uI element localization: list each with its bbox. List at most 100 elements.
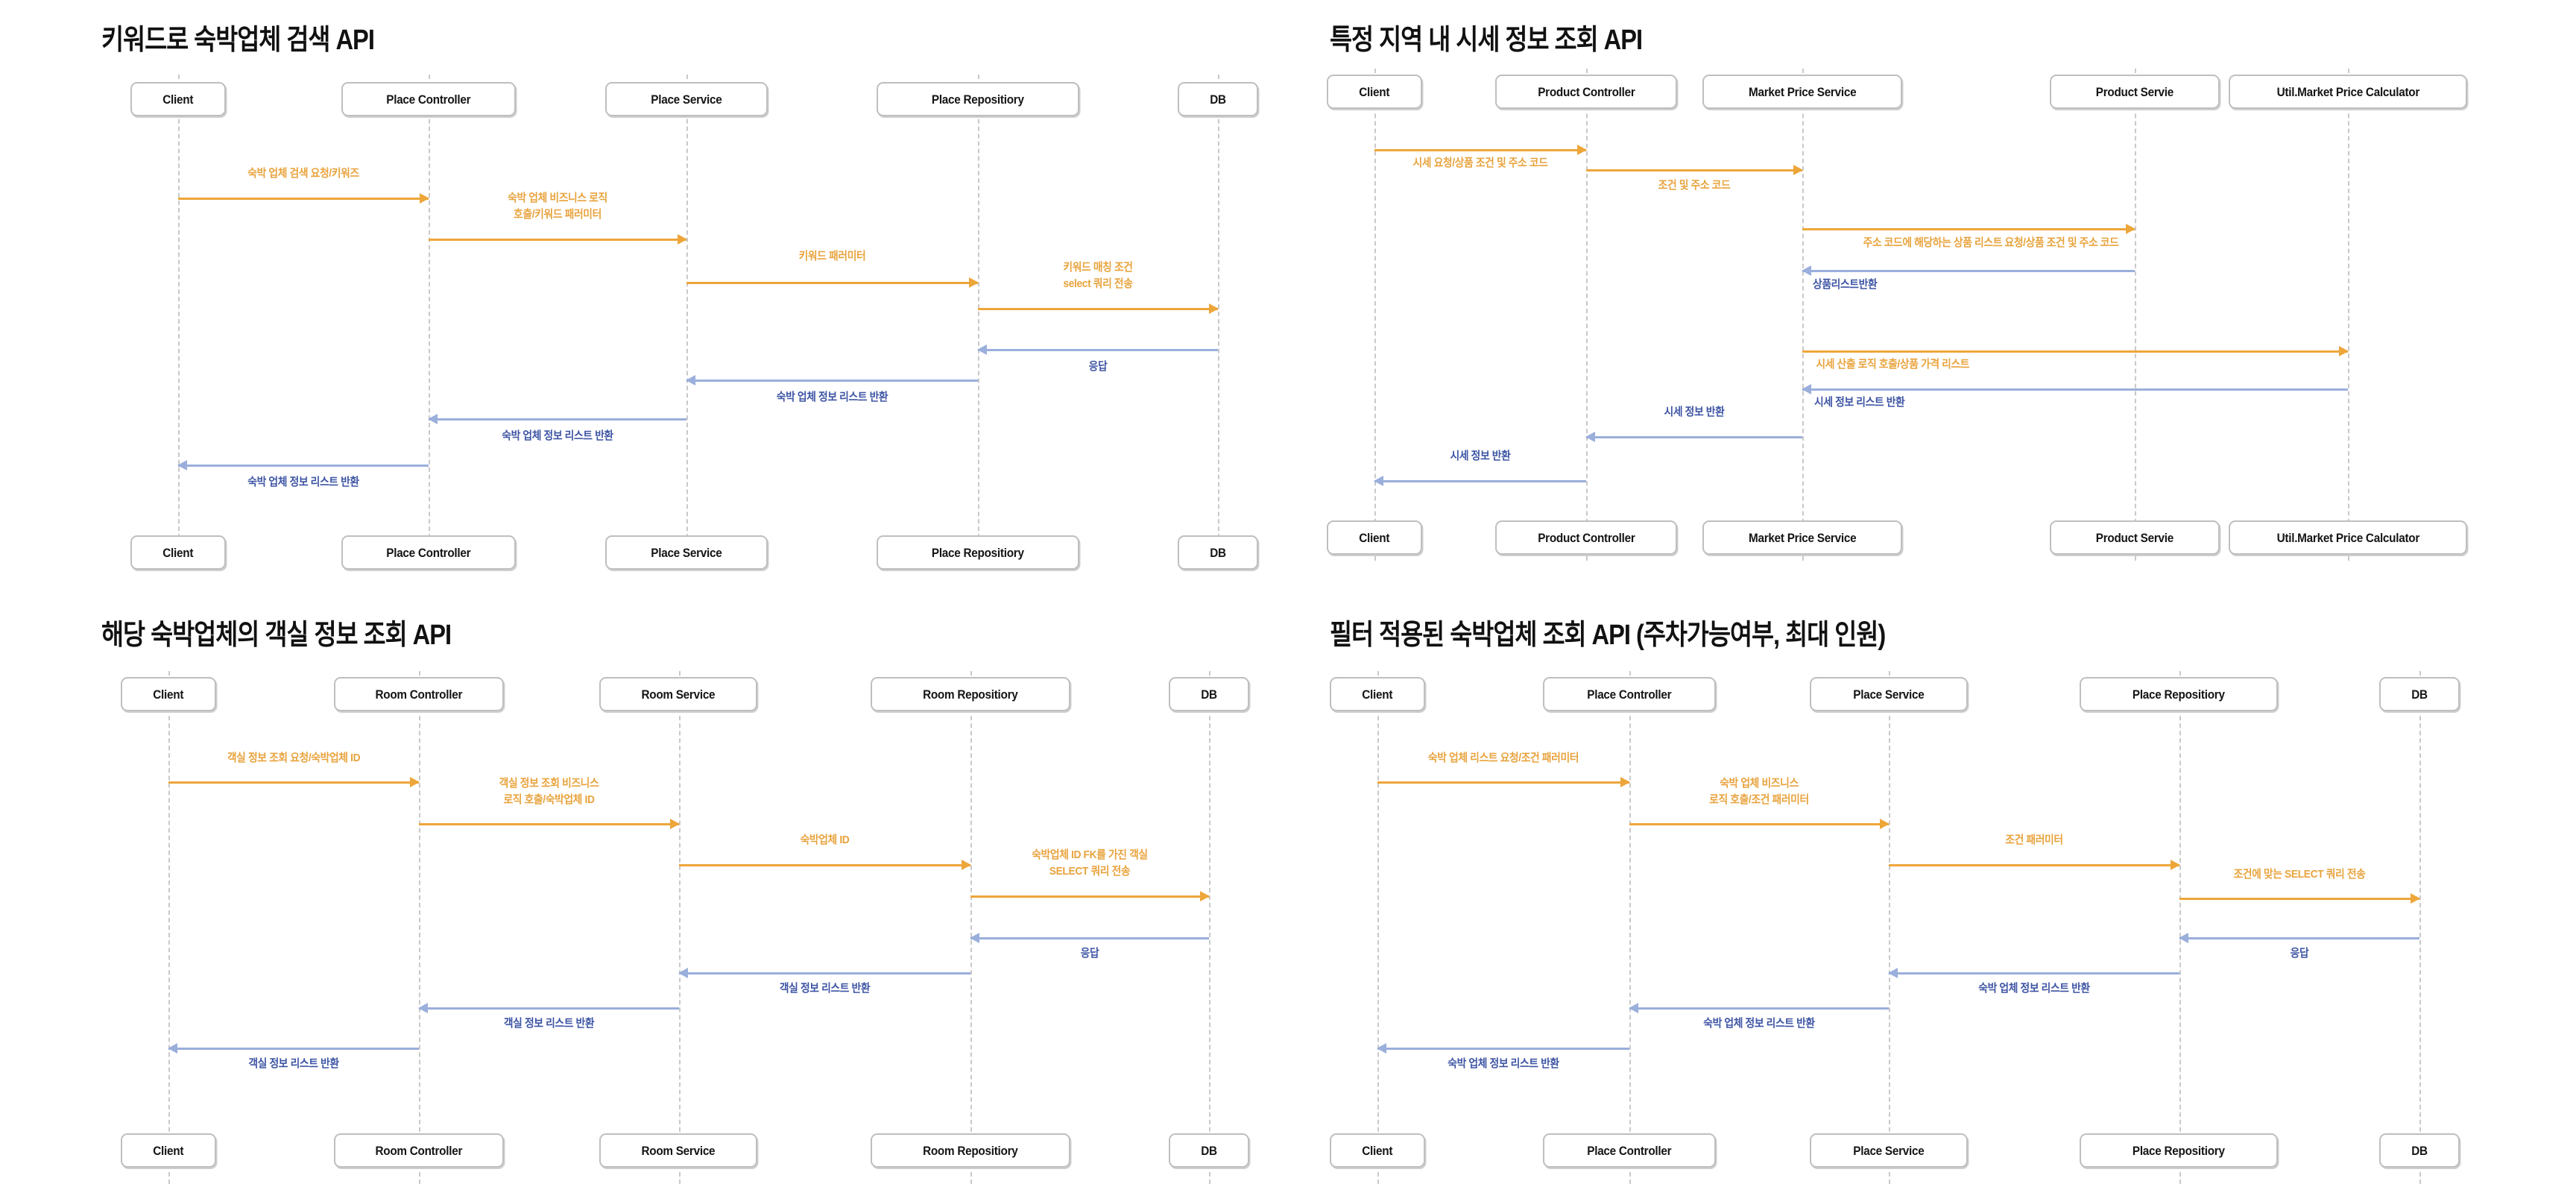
participant-box-place-service-top: Place Service: [1810, 677, 1968, 711]
arrow-shaft: [1802, 388, 2348, 391]
participant-label: Place Repositiory: [2133, 687, 2225, 702]
participant-box-product-servie-top: Product Servie: [2050, 75, 2220, 109]
arrow-shaft: [679, 972, 970, 975]
participant-box-client-top: Client: [1327, 75, 1422, 109]
arrow-shaft: [978, 349, 1218, 351]
arrow-shaft: [1889, 864, 2179, 866]
message-label: 숙박 업체 비즈니스 로직 호출/키워드 패러미터: [508, 192, 607, 221]
participant-box-place-repository-bottom: Place Repositiory: [877, 535, 1079, 570]
arrow-head-right-icon: [2411, 893, 2420, 904]
arrow-shaft: [1374, 480, 1586, 482]
participant-box-db-top: DB: [1178, 82, 1258, 116]
arrow-shaft: [679, 864, 970, 866]
diagram-room-info-api: 해당 숙박업체의 객실 정보 조회 API Client Room Contro…: [0, 595, 1288, 1190]
participant-box-room-repository-bottom: Room Repositiory: [871, 1133, 1070, 1168]
lifeline-db: [1218, 75, 1219, 561]
arrow-shaft: [429, 239, 686, 241]
sequence-diagram-sheet: 키워드로 숙박업체 검색 API Client Place Controller…: [0, 0, 2576, 1190]
participant-box-room-controller-bottom: Room Controller: [334, 1133, 504, 1168]
participant-box-db-top: DB: [2379, 677, 2460, 711]
lifeline-room-repository: [970, 671, 972, 1184]
participant-box-util-market-price-calculator-bottom: Util.Market Price Calculator: [2229, 520, 2467, 555]
arrow-head-left-icon: [1377, 1043, 1386, 1054]
diagram-title: 해당 숙박업체의 객실 정보 조회 API: [101, 620, 452, 651]
lifeline-place-service: [686, 75, 688, 561]
participant-box-market-price-service-top: Market Price Service: [1702, 75, 1902, 109]
arrow-shaft: [1374, 149, 1586, 151]
arrow-shaft: [168, 1048, 419, 1050]
message-label: 숙박 업체 정보 리스트 반환: [1703, 1017, 1815, 1030]
participant-box-db-top: DB: [1169, 677, 1249, 711]
message-label: 응답: [1080, 947, 1099, 960]
participant-label: Util.Market Price Calculator: [2276, 84, 2419, 99]
participant-box-db-bottom: DB: [2379, 1133, 2460, 1168]
message-label: 주소 코드에 해당하는 상품 리스트 요청/상품 조건 및 주소 코드: [1863, 236, 2119, 249]
arrow-head-left-icon: [970, 933, 979, 943]
participant-box-place-service-bottom: Place Service: [1810, 1133, 1968, 1168]
arrow-head-right-icon: [1577, 145, 1587, 155]
participant-label: Room Service: [641, 1143, 716, 1158]
participant-box-market-price-service-bottom: Market Price Service: [1702, 520, 1902, 555]
message-label: 객실 정보 리스트 반환: [248, 1057, 339, 1070]
participant-box-product-controller-top: Product Controller: [1495, 75, 1677, 109]
lifeline-client: [178, 75, 180, 561]
diagram-keyword-place-search-api: 키워드로 숙박업체 검색 API Client Place Controller…: [0, 0, 1288, 595]
arrow-head-left-icon: [1374, 476, 1383, 486]
message-label: 숙박업체 ID FK를 가진 객실 SELECT 쿼리 전송: [1032, 849, 1148, 878]
participant-label: Place Controller: [1587, 1143, 1672, 1158]
participant-box-room-controller-top: Room Controller: [334, 677, 504, 711]
participant-label: Place Controller: [1587, 687, 1672, 702]
arrow-shaft: [1802, 270, 2135, 272]
message-label: 조건에 맞는 SELECT 쿼리 전송: [2233, 868, 2366, 881]
diagram-title: 특정 지역 내 시세 정보 조회 API: [1330, 25, 1643, 56]
message-label: 숙박 업체 정보 리스트 반환: [1448, 1057, 1559, 1070]
message-label: 숙박 업체 리스트 요청/조건 패러미터: [1427, 752, 1579, 764]
participant-label: Place Service: [651, 545, 722, 560]
participant-label: Place Service: [1853, 687, 1925, 702]
message-label: 숙박 업체 정보 리스트 반환: [776, 391, 888, 403]
participant-box-client-top: Client: [121, 677, 216, 711]
lifeline-product-controller: [1586, 69, 1588, 561]
arrow-shaft: [1586, 436, 1802, 438]
arrow-head-left-icon: [168, 1043, 177, 1054]
participant-label: Market Price Service: [1748, 530, 1857, 545]
participant-box-client-bottom: Client: [121, 1133, 216, 1168]
participant-box-client-top: Client: [130, 82, 226, 116]
diagram-filtered-place-api: 필터 적용된 숙박업체 조회 API (주차가능여부, 최대 인원) Clien…: [1288, 595, 2576, 1190]
arrow-shaft: [1802, 228, 2135, 230]
arrow-head-right-icon: [2126, 224, 2135, 234]
message-label: 조건 및 주소 코드: [1658, 179, 1731, 192]
participant-label: DB: [1210, 92, 1226, 107]
message-label: 숙박 업체 정보 리스트 반환: [1978, 982, 2090, 995]
lifeline-market-price-service: [1802, 69, 1804, 561]
arrow-shaft: [1629, 823, 1889, 825]
participant-box-client-bottom: Client: [1327, 520, 1422, 555]
participant-box-db-bottom: DB: [1169, 1133, 1249, 1168]
participant-label: Place Service: [651, 92, 722, 107]
message-label: 키워드 매칭 조건 select 쿼리 전송: [1063, 261, 1133, 290]
participant-label: Market Price Service: [1748, 84, 1857, 99]
lifeline-client: [1377, 671, 1379, 1184]
lifeline-place-controller: [1629, 671, 1631, 1184]
message-label: 시세 산출 로직 호출/상품 가격 리스트: [1816, 358, 1970, 371]
arrow-shaft: [419, 823, 679, 825]
message-label: 조건 패러미터: [2005, 834, 2063, 846]
lifeline-util-market-price-calculator: [2348, 69, 2349, 561]
participant-box-place-service-top: Place Service: [605, 82, 768, 116]
lifeline-room-service: [679, 671, 681, 1184]
participant-box-room-service-top: Room Service: [599, 677, 757, 711]
participant-box-room-service-bottom: Room Service: [599, 1133, 757, 1168]
participant-label: Util.Market Price Calculator: [2276, 530, 2419, 545]
participant-box-client-bottom: Client: [1330, 1133, 1425, 1168]
participant-label: Place Controller: [386, 545, 471, 560]
participant-label: Place Service: [1853, 1143, 1925, 1158]
arrow-shaft: [970, 937, 1209, 939]
participant-label: DB: [2411, 1143, 2428, 1158]
lifeline-db: [1209, 671, 1210, 1184]
arrow-head-left-icon: [1629, 1003, 1638, 1013]
arrow-head-left-icon: [977, 344, 987, 355]
diagram-region-market-price-api: 특정 지역 내 시세 정보 조회 API Client Product Cont…: [1288, 0, 2576, 595]
participant-box-place-service-bottom: Place Service: [605, 535, 768, 570]
arrow-shaft: [419, 1007, 679, 1010]
lifeline-room-controller: [419, 671, 420, 1184]
